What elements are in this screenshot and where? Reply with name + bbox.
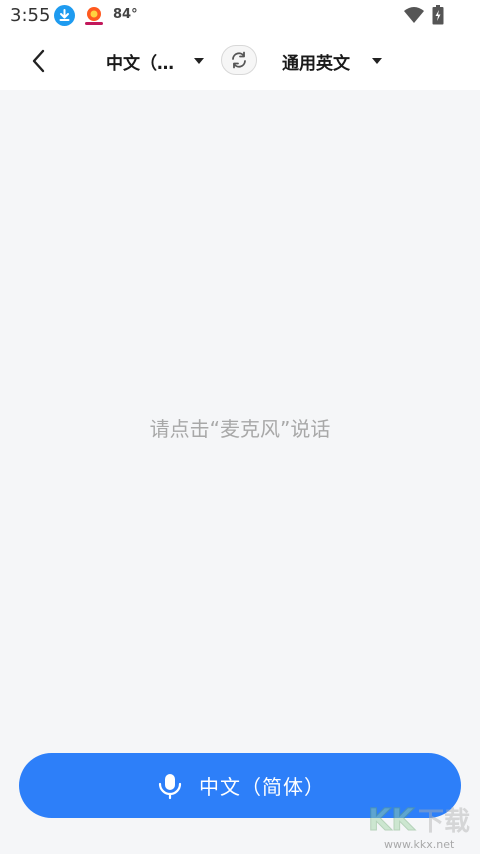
svg-text:KK: KK — [368, 803, 416, 838]
status-time: 3:55 — [10, 5, 51, 26]
battery-charging-icon — [432, 5, 444, 25]
swap-arrows-icon — [232, 51, 246, 69]
swap-languages-button[interactable] — [221, 45, 257, 75]
app-notification-icon — [83, 5, 105, 27]
speech-area: 请点击“麦克风”说话 — [0, 90, 480, 854]
screen: 3:55 84° 中文（简 通用英文 请点击“麦克风”说话 中文（简体） KK … — [0, 0, 480, 854]
status-temperature: 84° — [113, 7, 138, 22]
status-bar: 3:55 84° — [0, 0, 480, 32]
target-language-label: 通用英文 — [282, 53, 350, 74]
speak-prompt: 请点击“麦克风”说话 — [149, 417, 331, 441]
caret-down-icon — [372, 58, 382, 64]
microphone-icon — [155, 771, 185, 801]
chevron-left-icon — [32, 49, 45, 73]
caret-down-icon — [194, 58, 204, 64]
back-button[interactable] — [22, 44, 56, 78]
wifi-icon — [403, 6, 425, 24]
target-language-select[interactable]: 通用英文 — [282, 44, 386, 78]
top-bar: 中文（简体） 通用英文 — [0, 32, 480, 90]
watermark-url: www.kkx.net — [384, 838, 455, 851]
download-icon — [54, 5, 75, 26]
watermark-logo: KK 下载 — [366, 798, 478, 839]
microphone-button-label: 中文（简体） — [199, 775, 325, 799]
source-language-select[interactable]: 中文（简体） — [106, 44, 206, 78]
svg-text:下载: 下载 — [418, 807, 470, 837]
source-language-label: 中文（简体） — [106, 53, 188, 74]
